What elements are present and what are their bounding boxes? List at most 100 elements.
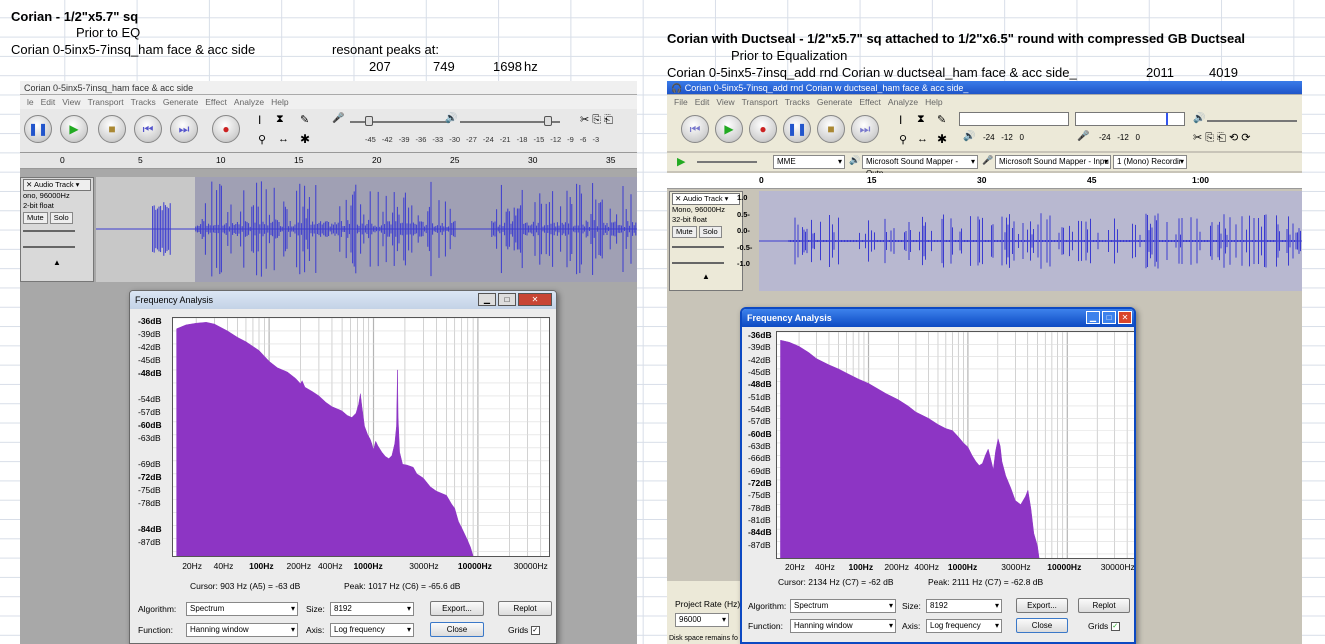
function-select[interactable]: Hanning window xyxy=(186,623,298,637)
maximize-icon[interactable]: □ xyxy=(498,293,516,306)
menu-generate[interactable]: Generate xyxy=(163,97,198,107)
left-waveform-area[interactable] xyxy=(96,177,637,282)
replot-button[interactable]: Replot xyxy=(1078,598,1130,613)
selection-tool-icon[interactable]: I xyxy=(899,113,902,127)
grids-checkbox[interactable]: ✓ xyxy=(1110,622,1120,632)
multi-tool-icon[interactable]: ✱ xyxy=(300,132,310,146)
close-icon[interactable]: ✕ xyxy=(26,180,32,189)
pan-slider[interactable] xyxy=(23,246,75,248)
close-icon[interactable]: ✕ xyxy=(518,293,552,306)
spectrum-plot[interactable] xyxy=(776,331,1134,559)
menu-edit[interactable]: Edit xyxy=(41,97,56,107)
stop-icon[interactable]: ■ xyxy=(98,115,126,143)
menu-file[interactable]: le xyxy=(27,97,34,107)
menu-tracks[interactable]: Tracks xyxy=(131,97,156,107)
input-volume-thumb[interactable] xyxy=(365,116,373,126)
envelope-tool-icon[interactable]: ⧗ xyxy=(917,113,925,126)
output-device-select[interactable]: Microsoft Sound Mapper - Outp xyxy=(862,155,978,178)
play-at-speed-icon[interactable]: ▶ xyxy=(677,155,685,168)
left-timeline-ruler[interactable]: 0 5 10 15 20 25 30 35 xyxy=(20,153,637,169)
size-select[interactable]: 8192 xyxy=(330,602,414,616)
edit-tools-icon[interactable]: ✂ ⎘ ⎗ ⟲ ⟳ xyxy=(1193,131,1250,145)
menu-help[interactable]: Help xyxy=(271,97,288,107)
close-icon[interactable]: ✕ xyxy=(1118,311,1132,324)
envelope-tool-icon[interactable]: ⧗ xyxy=(276,113,284,126)
close-button[interactable]: Close xyxy=(1016,618,1068,633)
input-channels-select[interactable]: 1 (Mono) Recordir xyxy=(1113,155,1187,169)
playback-meter[interactable] xyxy=(959,112,1069,126)
minimize-icon[interactable]: ▁ xyxy=(1086,311,1100,324)
audio-host-select[interactable]: MME xyxy=(773,155,845,169)
solo-button[interactable]: Solo xyxy=(49,212,73,224)
grids-checkbox[interactable]: ✓ xyxy=(530,626,540,636)
output-volume-slider[interactable] xyxy=(1207,120,1297,122)
play-icon[interactable]: ▶ xyxy=(60,115,88,143)
zoom-tool-icon[interactable]: ⚲ xyxy=(899,133,907,146)
grids-toggle[interactable]: Grids ✓ xyxy=(1088,621,1120,632)
menu-transport[interactable]: Transport xyxy=(88,97,124,107)
menu-effect[interactable]: Effect xyxy=(859,97,881,107)
maximize-icon[interactable]: □ xyxy=(1102,311,1116,324)
stop-icon[interactable]: ■ xyxy=(817,115,845,143)
replot-button[interactable]: Replot xyxy=(498,601,552,616)
draw-tool-icon[interactable]: ✎ xyxy=(937,113,946,126)
algorithm-select[interactable]: Spectrum xyxy=(790,599,896,613)
track-name-menu[interactable]: ✕ Audio Track ▾ xyxy=(23,179,91,191)
collapse-icon[interactable]: ▲ xyxy=(672,272,740,282)
right-timeline-ruler[interactable]: 0 15 30 45 1:00 xyxy=(667,173,1302,189)
menu-tracks[interactable]: Tracks xyxy=(785,97,810,107)
gain-slider[interactable] xyxy=(672,246,724,248)
skip-start-icon[interactable]: ⏮ xyxy=(681,115,709,143)
edit-tools-icon[interactable]: ✂ ⎘ ⎗ xyxy=(580,113,613,127)
mute-button[interactable]: Mute xyxy=(23,212,48,224)
grids-toggle[interactable]: Grids ✓ xyxy=(508,625,540,636)
input-device-select[interactable]: Microsoft Sound Mapper - Inpu xyxy=(995,155,1111,169)
output-volume-thumb[interactable] xyxy=(544,116,552,126)
draw-tool-icon[interactable]: ✎ xyxy=(300,113,309,126)
play-speed-slider[interactable] xyxy=(697,161,757,163)
size-select[interactable]: 8192 xyxy=(926,599,1002,613)
menu-file[interactable]: File xyxy=(674,97,688,107)
menu-edit[interactable]: Edit xyxy=(695,97,710,107)
menu-transport[interactable]: Transport xyxy=(742,97,778,107)
selection-tool-icon[interactable]: I xyxy=(258,113,261,127)
axis-select[interactable]: Log frequency xyxy=(330,623,414,637)
menu-view[interactable]: View xyxy=(716,97,734,107)
spectrum-plot[interactable] xyxy=(172,317,550,557)
play-icon[interactable]: ▶ xyxy=(715,115,743,143)
collapse-icon[interactable]: ▲ xyxy=(23,258,91,268)
minimize-icon[interactable]: ▁ xyxy=(478,293,496,306)
zoom-tool-icon[interactable]: ⚲ xyxy=(258,133,266,146)
pause-icon[interactable]: ❚❚ xyxy=(24,115,52,143)
pause-icon[interactable]: ❚❚ xyxy=(783,115,811,143)
record-meter[interactable] xyxy=(1075,112,1185,126)
mute-button[interactable]: Mute xyxy=(672,226,697,238)
axis-select[interactable]: Log frequency xyxy=(926,619,1002,633)
menu-view[interactable]: View xyxy=(62,97,80,107)
record-icon[interactable]: ● xyxy=(749,115,777,143)
pan-slider[interactable] xyxy=(672,262,724,264)
track-name-menu[interactable]: ✕ Audio Track ▾ xyxy=(672,193,740,205)
close-icon[interactable]: ✕ xyxy=(675,194,681,203)
right-waveform-area[interactable] xyxy=(759,191,1302,291)
export-button[interactable]: Export... xyxy=(430,601,484,616)
gain-slider[interactable] xyxy=(23,230,75,232)
menu-help[interactable]: Help xyxy=(925,97,942,107)
close-button[interactable]: Close xyxy=(430,622,484,637)
project-rate-select[interactable]: 96000 xyxy=(675,613,729,627)
timeshift-tool-icon[interactable]: ↔ xyxy=(278,133,289,145)
timeshift-tool-icon[interactable]: ↔ xyxy=(917,133,928,145)
menu-generate[interactable]: Generate xyxy=(817,97,852,107)
solo-button[interactable]: Solo xyxy=(698,226,722,238)
skip-end-icon[interactable]: ⏭ xyxy=(851,115,879,143)
skip-start-icon[interactable]: ⏮ xyxy=(134,115,162,143)
menu-analyze[interactable]: Analyze xyxy=(234,97,264,107)
algorithm-select[interactable]: Spectrum xyxy=(186,602,298,616)
multi-tool-icon[interactable]: ✱ xyxy=(937,132,947,146)
export-button[interactable]: Export... xyxy=(1016,598,1068,613)
menu-effect[interactable]: Effect xyxy=(205,97,227,107)
skip-end-icon[interactable]: ⏭ xyxy=(170,115,198,143)
menu-analyze[interactable]: Analyze xyxy=(888,97,918,107)
record-icon[interactable]: ● xyxy=(212,115,240,143)
function-select[interactable]: Hanning window xyxy=(790,619,896,633)
